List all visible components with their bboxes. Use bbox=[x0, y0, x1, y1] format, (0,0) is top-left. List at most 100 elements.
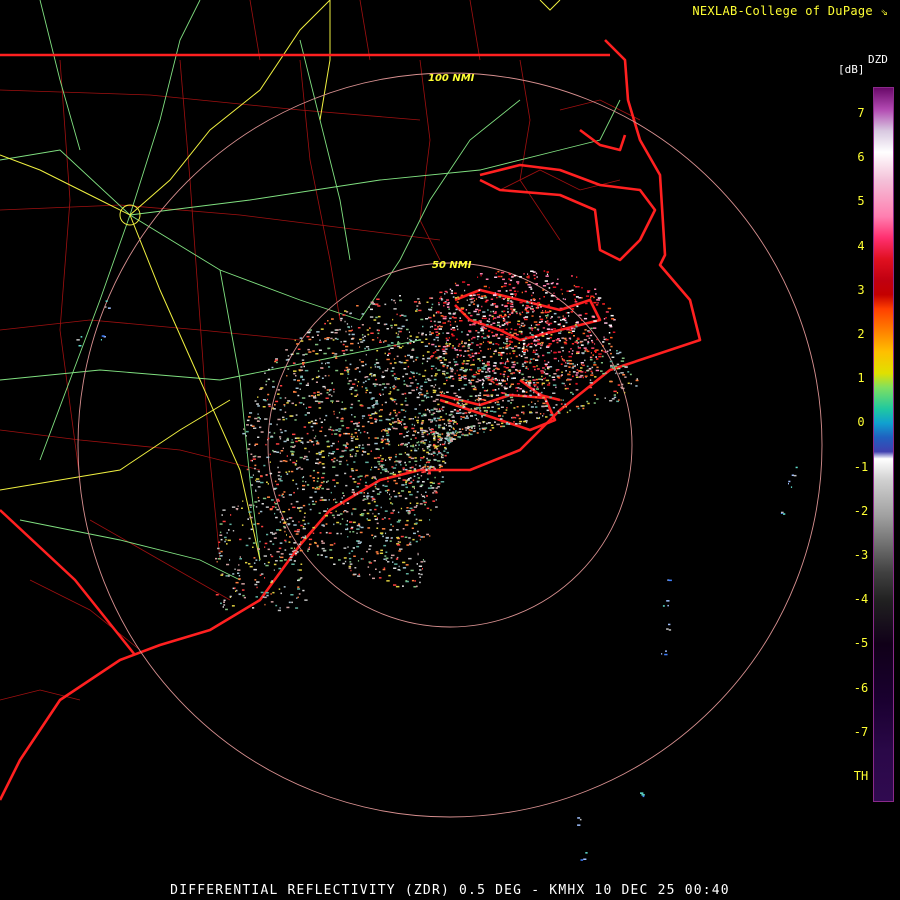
echo-speck bbox=[523, 420, 527, 423]
echo-speck bbox=[539, 347, 542, 349]
echo-speck bbox=[478, 425, 480, 427]
echo-speck bbox=[433, 417, 437, 420]
echo-speck bbox=[545, 416, 548, 418]
echo-speck bbox=[609, 380, 613, 383]
echo-speck bbox=[531, 302, 533, 304]
echo-speck bbox=[439, 359, 442, 362]
echo-speck bbox=[527, 284, 531, 286]
echo-speck bbox=[665, 650, 667, 652]
echo-speck bbox=[569, 383, 571, 385]
echo-speck bbox=[616, 352, 620, 355]
echo-speck bbox=[544, 311, 548, 314]
echo-speck bbox=[279, 409, 282, 411]
echo-speck bbox=[487, 348, 489, 350]
echo-speck bbox=[597, 297, 602, 299]
echo-speck bbox=[491, 377, 494, 379]
echo-speck bbox=[385, 418, 389, 421]
echo-speck bbox=[574, 328, 576, 330]
echo-speck bbox=[401, 442, 405, 445]
legend-tick: 4 bbox=[857, 238, 865, 253]
echo-speck bbox=[409, 342, 412, 345]
echo-speck bbox=[391, 417, 395, 420]
echo-speck bbox=[326, 392, 329, 394]
echo-speck bbox=[477, 378, 479, 381]
echo-speck bbox=[309, 329, 312, 331]
echo-speck bbox=[283, 586, 286, 588]
echo-speck bbox=[416, 480, 420, 483]
echo-speck bbox=[459, 412, 462, 414]
echo-speck bbox=[482, 356, 486, 358]
echo-speck bbox=[489, 355, 493, 358]
echo-speck bbox=[398, 550, 402, 552]
echo-speck bbox=[428, 449, 431, 451]
echo-speck bbox=[309, 543, 312, 546]
echo-speck bbox=[301, 397, 306, 399]
echo-speck bbox=[426, 495, 428, 497]
echo-speck bbox=[344, 560, 347, 563]
echo-speck bbox=[603, 318, 606, 320]
echo-speck bbox=[610, 366, 614, 368]
echo-speck bbox=[372, 406, 375, 409]
legend-tick: 1 bbox=[857, 371, 865, 386]
echo-speck bbox=[603, 336, 605, 338]
echo-speck bbox=[508, 313, 511, 316]
echo-speck bbox=[359, 475, 363, 477]
echo-speck bbox=[315, 452, 319, 455]
echo-speck bbox=[302, 363, 305, 366]
echo-speck bbox=[418, 332, 420, 334]
echo-speck bbox=[258, 470, 260, 473]
echo-speck bbox=[452, 427, 455, 429]
echo-speck bbox=[353, 423, 356, 425]
echo-speck bbox=[326, 362, 330, 364]
echo-speck bbox=[356, 486, 359, 488]
echo-speck bbox=[415, 379, 417, 381]
echo-speck bbox=[292, 506, 296, 509]
echo-speck bbox=[561, 293, 563, 295]
echo-speck bbox=[453, 421, 457, 423]
echo-speck bbox=[249, 506, 252, 508]
echo-speck bbox=[353, 573, 357, 576]
echo-speck bbox=[437, 460, 441, 462]
echo-speck bbox=[487, 336, 490, 338]
echo-speck bbox=[470, 349, 473, 351]
echo-speck bbox=[533, 384, 537, 386]
legend-tick: -5 bbox=[853, 636, 869, 651]
echo-speck bbox=[510, 372, 512, 375]
echo-speck bbox=[441, 408, 443, 410]
echo-speck bbox=[282, 496, 285, 498]
echo-speck bbox=[356, 524, 361, 527]
echo-speck bbox=[385, 551, 388, 553]
echo-speck bbox=[298, 543, 301, 545]
echo-speck bbox=[438, 433, 442, 436]
echo-speck bbox=[481, 336, 484, 338]
echo-speck bbox=[420, 393, 424, 396]
echo-speck bbox=[492, 318, 494, 320]
echo-speck bbox=[370, 422, 374, 424]
echo-speck bbox=[546, 322, 549, 324]
echo-speck bbox=[446, 339, 449, 341]
echo-speck bbox=[275, 400, 279, 403]
echo-speck bbox=[495, 394, 499, 396]
echo-speck bbox=[289, 559, 293, 561]
echo-speck bbox=[541, 342, 544, 345]
echo-speck bbox=[445, 343, 448, 345]
echo-speck bbox=[333, 457, 336, 460]
echo-speck bbox=[218, 552, 221, 554]
echo-speck bbox=[424, 464, 427, 466]
echo-speck bbox=[338, 313, 340, 316]
echo-speck bbox=[356, 545, 360, 548]
echo-speck bbox=[304, 447, 307, 450]
echo-speck bbox=[254, 467, 256, 470]
echo-speck bbox=[548, 287, 551, 289]
echo-speck bbox=[373, 319, 377, 321]
echo-speck bbox=[420, 429, 424, 432]
echo-speck bbox=[452, 378, 455, 380]
echo-speck bbox=[297, 487, 299, 490]
echo-speck bbox=[400, 507, 403, 510]
echo-speck bbox=[321, 463, 325, 465]
echo-speck bbox=[315, 435, 317, 437]
echo-speck bbox=[452, 345, 454, 347]
echo-speck bbox=[278, 588, 281, 590]
echo-speck bbox=[482, 406, 487, 409]
echo-speck bbox=[608, 343, 611, 345]
